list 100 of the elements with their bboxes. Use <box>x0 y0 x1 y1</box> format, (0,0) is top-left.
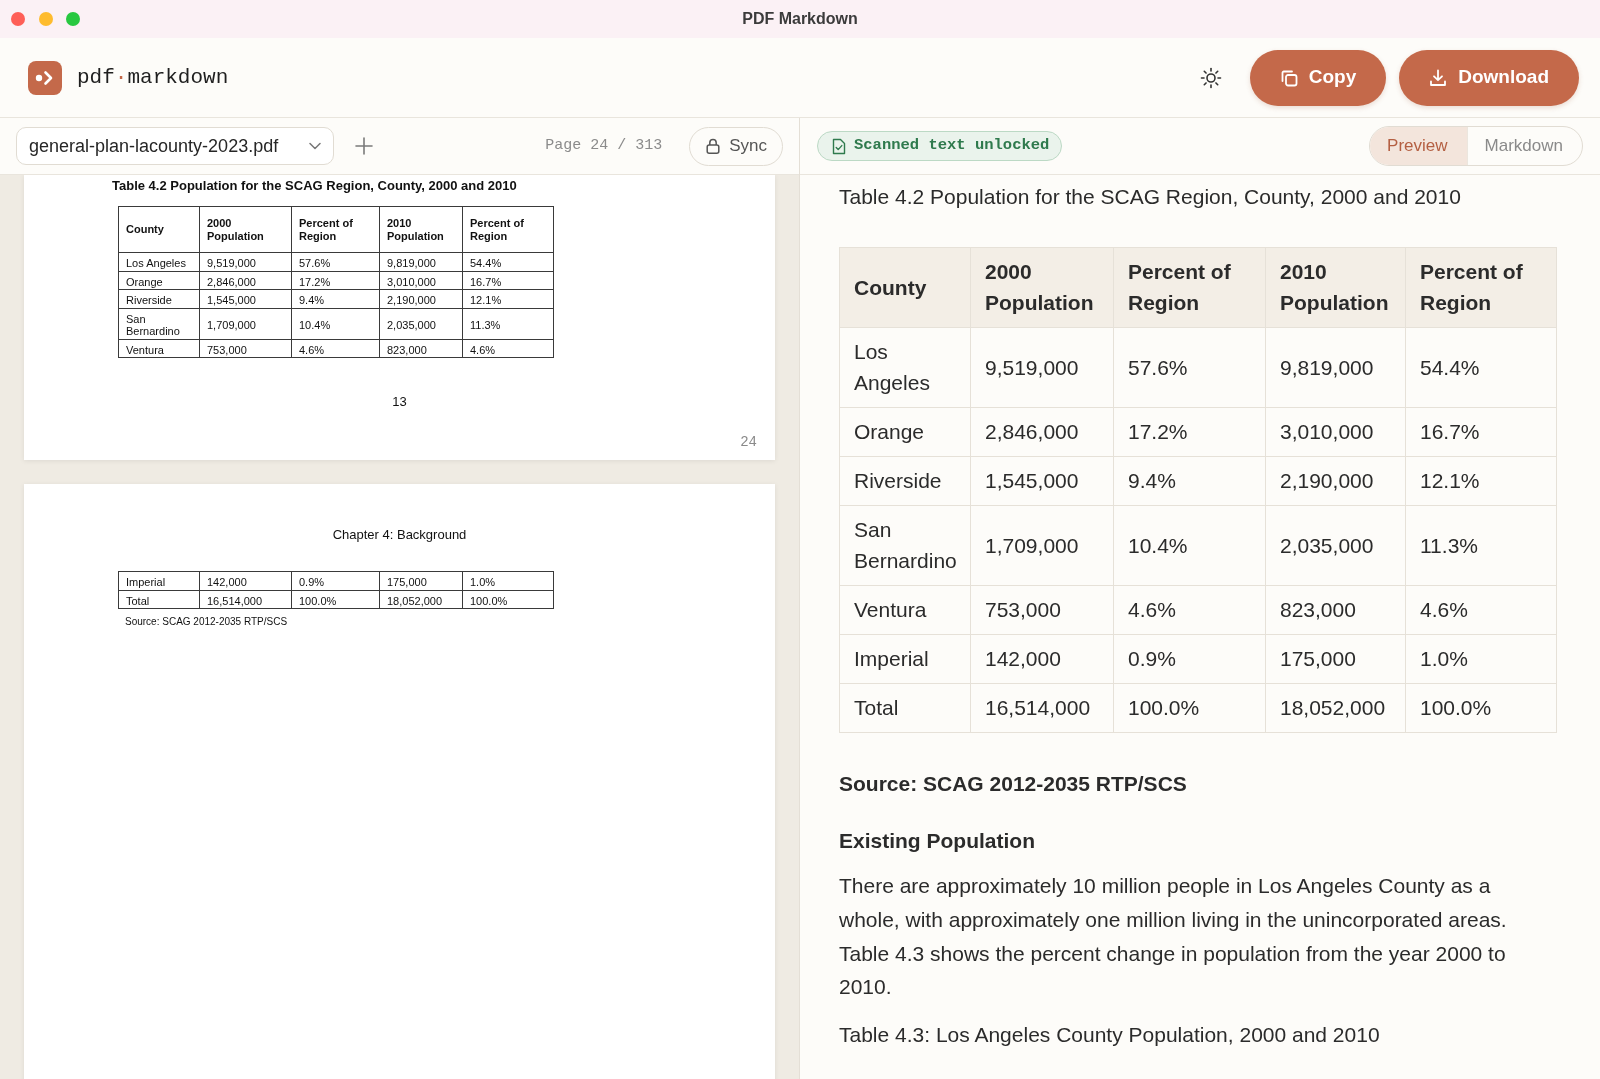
table-cell: 4.6% <box>1113 585 1266 635</box>
pdf-table-cell: 4.6% <box>462 339 554 358</box>
close-button[interactable] <box>11 12 25 26</box>
table-cell: 100.0% <box>1405 683 1557 733</box>
pdf-table-cell: 12.1% <box>462 289 554 308</box>
column-header: Percent of Region <box>1405 247 1557 328</box>
table-cell: 142,000 <box>970 634 1114 684</box>
pdf-column-header: 2010 Population <box>379 206 463 253</box>
table-cell: Ventura <box>839 585 971 635</box>
table-cell: 2,846,000 <box>970 407 1114 457</box>
pdf-table-cell: Riverside <box>118 289 200 308</box>
chevron-down-icon <box>309 142 321 150</box>
pdf-column-header: Percent of Region <box>291 206 380 253</box>
pdf-table-cell: 1,545,000 <box>199 289 292 308</box>
table-cell: 4.6% <box>1405 585 1557 635</box>
table-cell: 753,000 <box>970 585 1114 635</box>
paragraph: There are approximately 10 million people in Los Angeles County as a whole, with approximately one million living in the unincorporated areas. Table 4.3 shows the percent change in population from the year 2000 to 2010. <box>839 873 1508 1001</box>
minimize-button[interactable] <box>38 12 53 26</box>
pdf-table-cell: Orange <box>118 271 200 290</box>
table-cell: 16,514,000 <box>970 683 1114 733</box>
theme-toggle-button[interactable] <box>1199 66 1222 89</box>
paragraph: Table 4.3: Los Angeles County Population, 2000 and 2010 <box>839 1021 1381 1048</box>
badge-label: Scanned text unlocked <box>854 135 1050 157</box>
pdf-table-cell: Total <box>118 590 200 609</box>
table-cell: 17.2% <box>1113 407 1266 457</box>
pdf-table-cell: San Bernardino <box>118 308 200 339</box>
table-cell: 0.9% <box>1113 634 1266 684</box>
pdf-chapter-heading: Chapter 4: Background <box>331 527 468 543</box>
window-title: PDF Markdown <box>742 9 858 29</box>
pdf-table-cell: 17.2% <box>291 271 380 290</box>
pdf-table-cell: 10.4% <box>291 308 380 339</box>
pdf-source-note: Source: SCAG 2012-2035 RTP/SCS <box>125 615 289 628</box>
pdf-table-cell: 16.7% <box>462 271 554 290</box>
table-cell: 9,819,000 <box>1265 327 1406 408</box>
table-cell: Orange <box>839 407 971 457</box>
plus-icon <box>355 137 373 155</box>
pdf-table-cell: 4.6% <box>291 339 380 358</box>
app-logo-icon <box>28 60 62 95</box>
table-cell: 1,709,000 <box>970 505 1114 586</box>
view-tab[interactable]: Preview <box>1370 127 1467 165</box>
add-file-button[interactable] <box>355 137 373 155</box>
pdf-table-cell: 823,000 <box>379 339 463 358</box>
table-cell: San Bernardino <box>839 505 971 586</box>
page-number: 24 <box>739 434 758 450</box>
table-cell: Los Angeles <box>839 327 971 408</box>
page-indicator: Page 24 / 313 <box>545 135 663 156</box>
brand-name: pdf·markdown <box>77 64 229 91</box>
table-cell: 11.3% <box>1405 505 1557 586</box>
copy-icon <box>1279 68 1298 87</box>
table-cell: 16.7% <box>1405 407 1557 457</box>
document-check-icon <box>832 137 846 155</box>
sun-icon <box>1199 66 1222 89</box>
table-cell: 100.0% <box>1113 683 1266 733</box>
copy-button[interactable]: Copy <box>1249 49 1387 106</box>
pdf-table-cell: 1.0% <box>462 571 554 590</box>
pdf-table-cell: 2,035,000 <box>379 308 463 339</box>
maximize-button[interactable] <box>66 12 80 26</box>
table-cell: 54.4% <box>1405 327 1557 408</box>
pdf-table-cell: 142,000 <box>199 571 292 590</box>
column-header: 2010 Population <box>1265 247 1406 328</box>
pdf-page-footer-number: 13 <box>391 394 408 410</box>
table-cell: Imperial <box>839 634 971 684</box>
table-cell: 9,519,000 <box>970 327 1114 408</box>
pdf-table-cell: Los Angeles <box>118 252 200 271</box>
pdf-table-cell: 9.4% <box>291 289 380 308</box>
pdf-table-title: Table 4.2 Population for the SCAG Region, County, 2000 and 2010 <box>112 178 518 194</box>
pdf-table-cell: 3,010,000 <box>379 271 463 290</box>
lock-icon <box>706 138 721 154</box>
table-cell: 1,545,000 <box>970 456 1114 506</box>
pdf-table-cell: 9,819,000 <box>379 252 463 271</box>
file-dropdown[interactable]: general-plan-lacounty-2023.pdf <box>16 127 334 165</box>
pdf-table-cell: 57.6% <box>291 252 380 271</box>
column-header: County <box>839 247 971 328</box>
table-cell: 175,000 <box>1265 634 1406 684</box>
pdf-table-cell: Imperial <box>118 571 200 590</box>
table-cell: 57.6% <box>1113 327 1266 408</box>
table-cell: 1.0% <box>1405 634 1557 684</box>
pdf-column-header: Percent of Region <box>462 206 554 253</box>
pdf-table-cell: 2,190,000 <box>379 289 463 308</box>
section-heading: Existing Population <box>839 828 1036 855</box>
pdf-table-cell: Ventura <box>118 339 200 358</box>
table-cell: 2,190,000 <box>1265 456 1406 506</box>
pdf-column-header: 2000 Population <box>199 206 292 253</box>
table-cell: Total <box>839 683 971 733</box>
table-cell: 10.4% <box>1113 505 1266 586</box>
pdf-table-cell: 100.0% <box>462 590 554 609</box>
pdf-table-cell: 753,000 <box>199 339 292 358</box>
download-button[interactable]: Download <box>1399 49 1579 106</box>
column-header: Percent of Region <box>1113 247 1266 328</box>
pdf-table-cell: 54.4% <box>462 252 554 271</box>
table-cell: 2,035,000 <box>1265 505 1406 586</box>
pdf-table-cell: 1,709,000 <box>199 308 292 339</box>
pdf-table-cell: 100.0% <box>291 590 380 609</box>
pdf-table-cell: 175,000 <box>379 571 463 590</box>
pdf-table-cell: 16,514,000 <box>199 590 292 609</box>
view-tab[interactable]: Markdown <box>1466 127 1582 165</box>
download-icon <box>1429 68 1448 87</box>
pdf-table-cell: 18,052,000 <box>379 590 463 609</box>
table-cell: 3,010,000 <box>1265 407 1406 457</box>
pdf-column-header: County <box>118 206 200 253</box>
